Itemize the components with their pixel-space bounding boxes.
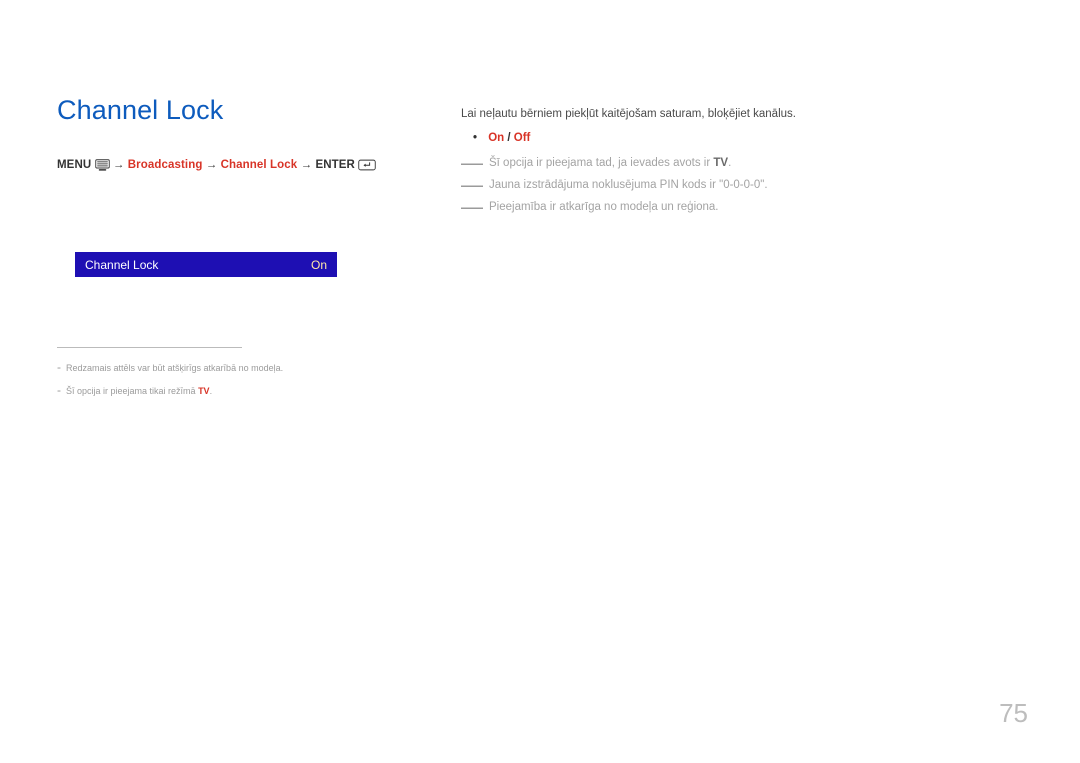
page: Channel Lock MENU → Broadcasting → Chann… [0, 0, 1080, 763]
menu-row-value: On [311, 258, 327, 272]
nav-menu-label: MENU [57, 159, 91, 171]
footnote-1-text: Redzamais attēls var būt atšķirīgs atkar… [66, 360, 283, 377]
note-dash-icon: ― [461, 196, 483, 218]
footnote-1: - Redzamais attēls var būt atšķirīgs atk… [57, 356, 427, 379]
nav-arrow-3: → [301, 159, 313, 171]
right-column: Lai neļautu bērniem piekļūt kaitējošam s… [461, 104, 961, 219]
note-dash-icon: ― [461, 174, 483, 196]
nav-broadcasting: Broadcasting [128, 159, 203, 171]
page-number: 75 [999, 698, 1028, 729]
nav-arrow-2: → [206, 159, 218, 171]
footnote-2: - Šī opcija ir pieejama tikai režīmā TV. [57, 379, 427, 402]
option-on: On [488, 132, 504, 144]
nav-channel-lock: Channel Lock [221, 159, 298, 171]
nav-arrow-1: → [113, 159, 125, 171]
footnote-divider [57, 347, 242, 348]
nav-enter-label: ENTER [315, 159, 354, 171]
intro-text: Lai neļautu bērniem piekļūt kaitējošam s… [461, 104, 961, 125]
breadcrumb: MENU → Broadcasting → Channel Lock → ENT… [57, 159, 427, 172]
note-dash-icon: ― [461, 152, 483, 174]
option-off: Off [514, 132, 531, 144]
ui-preview: Channel Lock On [75, 252, 337, 277]
footnote-dash-icon: - [57, 379, 61, 402]
menu-row-channel-lock[interactable]: Channel Lock On [75, 252, 337, 277]
page-title: Channel Lock [57, 95, 427, 126]
notes: ― Šī opcija ir pieejama tad, ja ievades … [461, 153, 961, 219]
note-1: ― Šī opcija ir pieejama tad, ja ievades … [461, 153, 961, 175]
footnote-2-text: Šī opcija ir pieejama tikai režīmā TV. [66, 383, 212, 400]
note-1-text: Šī opcija ir pieejama tad, ja ievades av… [489, 153, 731, 174]
left-column: Channel Lock MENU → Broadcasting → Chann… [57, 95, 427, 402]
note-3: ― Pieejamība ir atkarīga no modeļa un re… [461, 197, 961, 219]
footnote-dash-icon: - [57, 356, 61, 379]
enter-icon [358, 159, 376, 172]
option-list: On / Off [473, 128, 961, 149]
note-2: ― Jauna izstrādājuma noklusējuma PIN kod… [461, 175, 961, 197]
menu-row-label: Channel Lock [85, 258, 158, 272]
footnotes: - Redzamais attēls var būt atšķirīgs atk… [57, 356, 427, 402]
option-onoff: On / Off [473, 128, 961, 149]
note-2-text: Jauna izstrādājuma noklusējuma PIN kods … [489, 175, 768, 196]
note-3-text: Pieejamība ir atkarīga no modeļa un reģi… [489, 197, 719, 218]
menu-icon [95, 159, 110, 172]
